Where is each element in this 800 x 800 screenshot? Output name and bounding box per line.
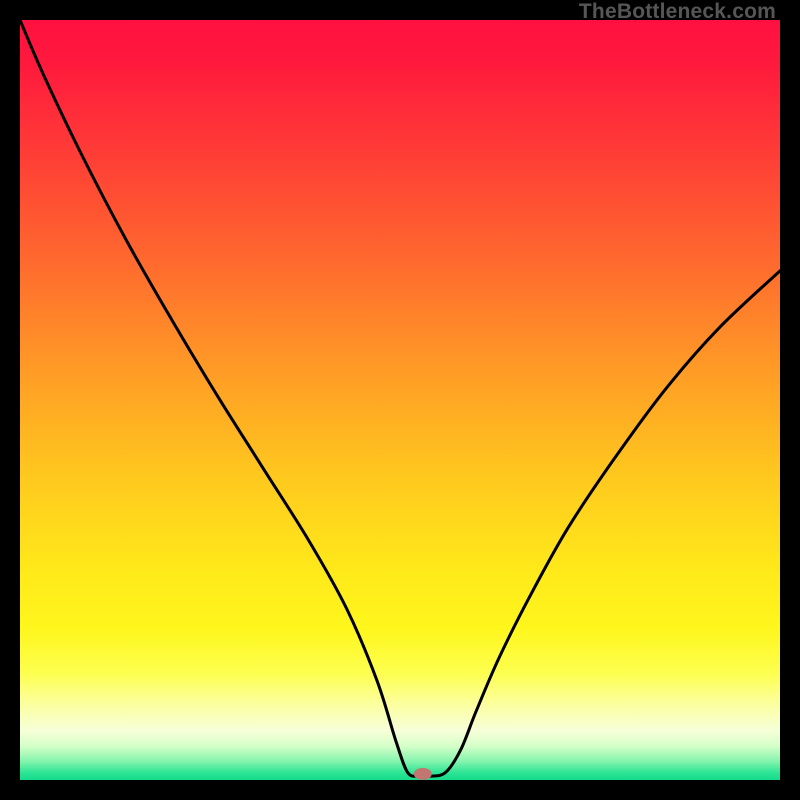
minimum-marker: [414, 768, 432, 780]
watermark-text: TheBottleneck.com: [579, 0, 776, 24]
plot-area: [20, 20, 780, 780]
chart-svg: [20, 20, 780, 780]
chart-frame: TheBottleneck.com: [0, 0, 800, 800]
gradient-background: [20, 20, 780, 780]
